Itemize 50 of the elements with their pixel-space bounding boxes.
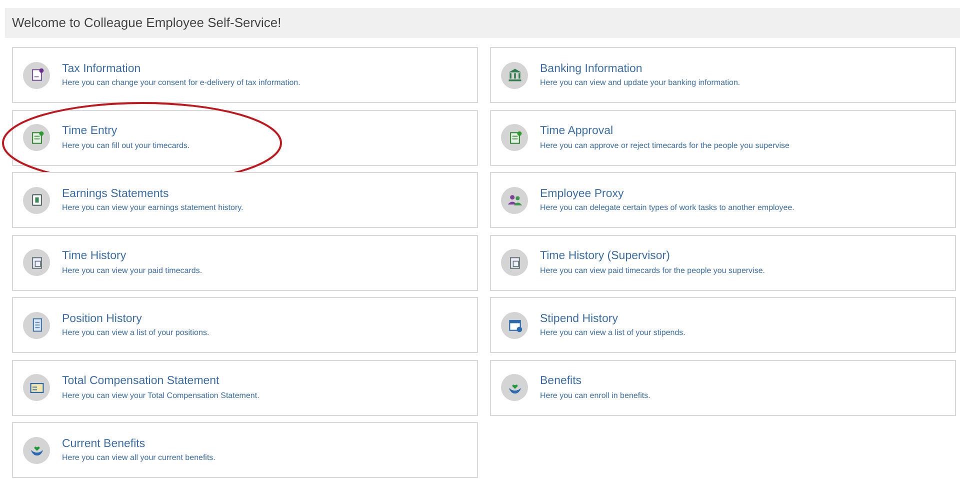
card-title: Benefits (540, 374, 583, 389)
bank-icon (501, 62, 528, 88)
service-card[interactable]: Stipend History Here you can view a list of your stipends. (490, 297, 956, 353)
service-card[interactable]: Employee Proxy Here you can delegate certain types of work tasks to another employee. (490, 172, 956, 228)
card-title: Current Benefits (62, 436, 146, 452)
card-title: Position History (62, 312, 143, 326)
card-description: Here you can view your earnings statement history. (62, 203, 244, 214)
service-card[interactable]: Time History (Supervisor) Here you can view paid timecards for the people you supervise. (490, 234, 956, 290)
card-title: Employee Proxy (540, 186, 625, 202)
calendar-icon (501, 312, 528, 338)
service-card[interactable]: Current Benefits Here you can view all your current benefits. (12, 422, 478, 478)
document-icon (23, 62, 50, 88)
people-icon (501, 186, 528, 214)
card-description: Here you can view a list of your stipends. (540, 328, 686, 338)
card-description: Here you can delegate certain types of work tasks to another employee. (540, 203, 794, 214)
statement-icon (23, 374, 50, 401)
card-description: Here you can fill out your timecards. (62, 140, 190, 151)
card-description: Here you can view a list of your positions. (62, 328, 210, 338)
service-card[interactable]: Tax Information Here you can change your consent for e-delivery of tax information. (12, 47, 478, 103)
card-title: Total Compensation Statement (62, 374, 220, 389)
card-title: Earnings Statements (62, 186, 170, 202)
card-title: Time History (Supervisor) (540, 249, 671, 264)
timecard-icon (23, 124, 50, 151)
service-card[interactable]: Time History Here you can view your paid timecards. (12, 234, 478, 290)
card-description: Here you can view and update your banking information. (540, 78, 740, 88)
card-title: Time Approval (540, 124, 614, 139)
card-title: Banking Information (540, 62, 644, 76)
list-icon (23, 312, 50, 338)
timecard-icon (501, 124, 528, 151)
card-description: Here you can approve or reject timecards for the people you supervise (540, 140, 790, 151)
card-description: Here you can view your Total Compensation Statement. (62, 390, 260, 401)
card-description: Here you can change your consent for e-delivery of tax information. (62, 78, 300, 88)
card-description: Here you can view all your current benefits. (62, 453, 216, 464)
service-card[interactable]: Time Entry Here you can fill out your timecards. (12, 110, 478, 166)
timecard-icon (501, 249, 528, 276)
service-card[interactable]: Banking Information Here you can view and update your banking information. (490, 47, 956, 103)
timecard-icon (23, 249, 50, 276)
service-card[interactable]: Time Approval Here you can approve or reject timecards for the people you supervise (490, 110, 956, 166)
card-title: Time History (62, 249, 128, 264)
card-title: Time Entry (62, 124, 118, 139)
service-card[interactable]: Total Compensation Statement Here you can view your Total Compensation Statement. (12, 360, 478, 416)
card-description: Here you can view paid timecards for the people you supervise. (540, 266, 766, 276)
service-card[interactable]: Earnings Statements Here you can view your earnings statement history. (12, 172, 478, 228)
card-description: Here you can view your paid timecards. (62, 266, 202, 276)
service-card[interactable]: Benefits Here you can enroll in benefits. (490, 360, 956, 416)
card-title: Stipend History (540, 312, 619, 326)
card-title: Tax Information (62, 62, 142, 76)
service-card[interactable]: Position History Here you can view a list of your positions. (12, 297, 478, 353)
page-title: Welcome to Colleague Employee Self-Service! (12, 14, 282, 32)
card-description: Here you can enroll in benefits. (540, 390, 650, 401)
